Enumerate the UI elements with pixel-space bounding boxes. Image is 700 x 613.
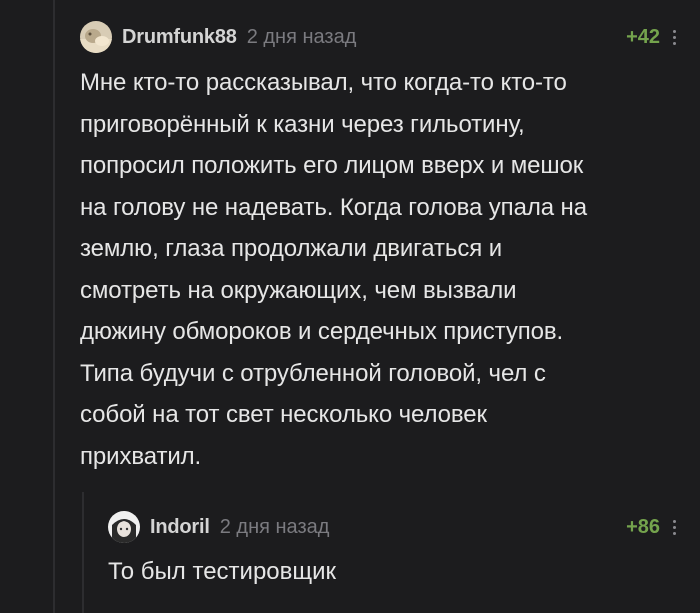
reply-thread-line [82, 492, 84, 613]
reply-username[interactable]: Indoril [150, 516, 210, 539]
more-vertical-icon[interactable] [672, 29, 676, 45]
reply-rating: +86 [626, 515, 660, 538]
comment-text: Мне кто-то рассказывал, что когда-то кто… [80, 69, 587, 470]
user-avatar-icon[interactable] [80, 21, 112, 53]
thread-line [53, 0, 55, 613]
comment-reply: Indoril 2 дня назад +86 То был тестировщ… [108, 508, 680, 588]
comment-time[interactable]: 2 дня назад [247, 26, 357, 49]
more-vertical-icon[interactable] [672, 519, 676, 535]
reply-time[interactable]: 2 дня назад [220, 516, 330, 539]
comment-username[interactable]: Drumfunk88 [122, 26, 237, 49]
comment-header: Drumfunk88 2 дня назад +42 [80, 18, 680, 56]
comment-main: Drumfunk88 2 дня назад +42 Мне кто-то ра… [80, 18, 680, 477]
user-avatar-icon[interactable] [108, 511, 140, 543]
comment-rating: +42 [626, 25, 660, 48]
reply-text: То был тестировщик [108, 558, 337, 585]
reply-header: Indoril 2 дня назад +86 [108, 508, 680, 546]
